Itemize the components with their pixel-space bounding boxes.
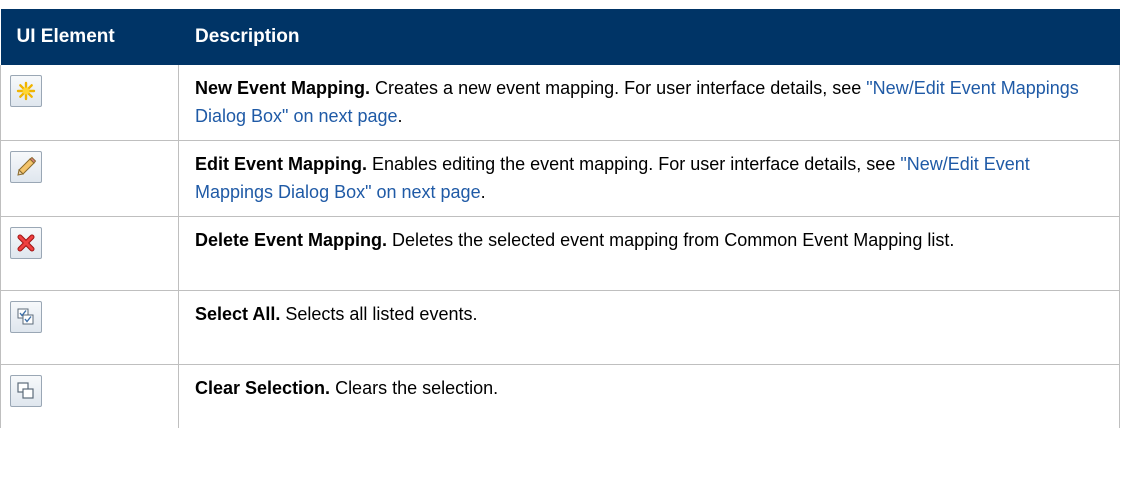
ui-element-cell (0, 65, 179, 141)
pencil-edit-icon (10, 151, 42, 183)
description-text: Enables editing the event mapping. For u… (367, 154, 901, 174)
ui-element-cell (0, 364, 179, 428)
description-text: Selects all listed events. (280, 304, 478, 324)
header-description: Description (178, 9, 1120, 65)
term-label: Clear Selection. (195, 378, 331, 398)
description-text: Creates a new event mapping. For user in… (370, 78, 867, 98)
description-cell: Select All. Selects all listed events. (178, 290, 1120, 365)
description-tail: . (397, 106, 403, 126)
new-star-icon (10, 75, 42, 107)
table-row: New Event Mapping. Creates a new event m… (0, 65, 1120, 141)
table-row: Delete Event Mapping. Deletes the select… (0, 216, 1120, 291)
ui-elements-table: UI Element Description New Event Mapping… (0, 9, 1120, 428)
table-header-row: UI Element Description (0, 9, 1120, 65)
description-tail: . (480, 182, 486, 202)
table-row: Edit Event Mapping. Enables editing the … (0, 140, 1120, 217)
ui-element-cell (0, 216, 179, 291)
term-label: Edit Event Mapping. (195, 154, 368, 174)
select-all-icon (10, 301, 42, 333)
description-cell: New Event Mapping. Creates a new event m… (178, 65, 1120, 141)
term-label: New Event Mapping. (195, 78, 371, 98)
ui-element-cell (0, 290, 179, 365)
table-row: Select All. Selects all listed events. (0, 290, 1120, 365)
term-label: Select All. (195, 304, 281, 324)
description-text: Deletes the selected event mapping from … (387, 230, 955, 250)
clear-selection-icon (10, 375, 42, 407)
term-label: Delete Event Mapping. (195, 230, 388, 250)
ui-element-cell (0, 140, 179, 217)
description-cell: Clear Selection. Clears the selection. (178, 364, 1120, 428)
table-row: Clear Selection. Clears the selection. (0, 364, 1120, 428)
header-ui-element: UI Element (0, 9, 179, 65)
delete-x-icon (10, 227, 42, 259)
description-cell: Delete Event Mapping. Deletes the select… (178, 216, 1120, 291)
description-text: Clears the selection. (330, 378, 499, 398)
description-cell: Edit Event Mapping. Enables editing the … (178, 140, 1120, 217)
